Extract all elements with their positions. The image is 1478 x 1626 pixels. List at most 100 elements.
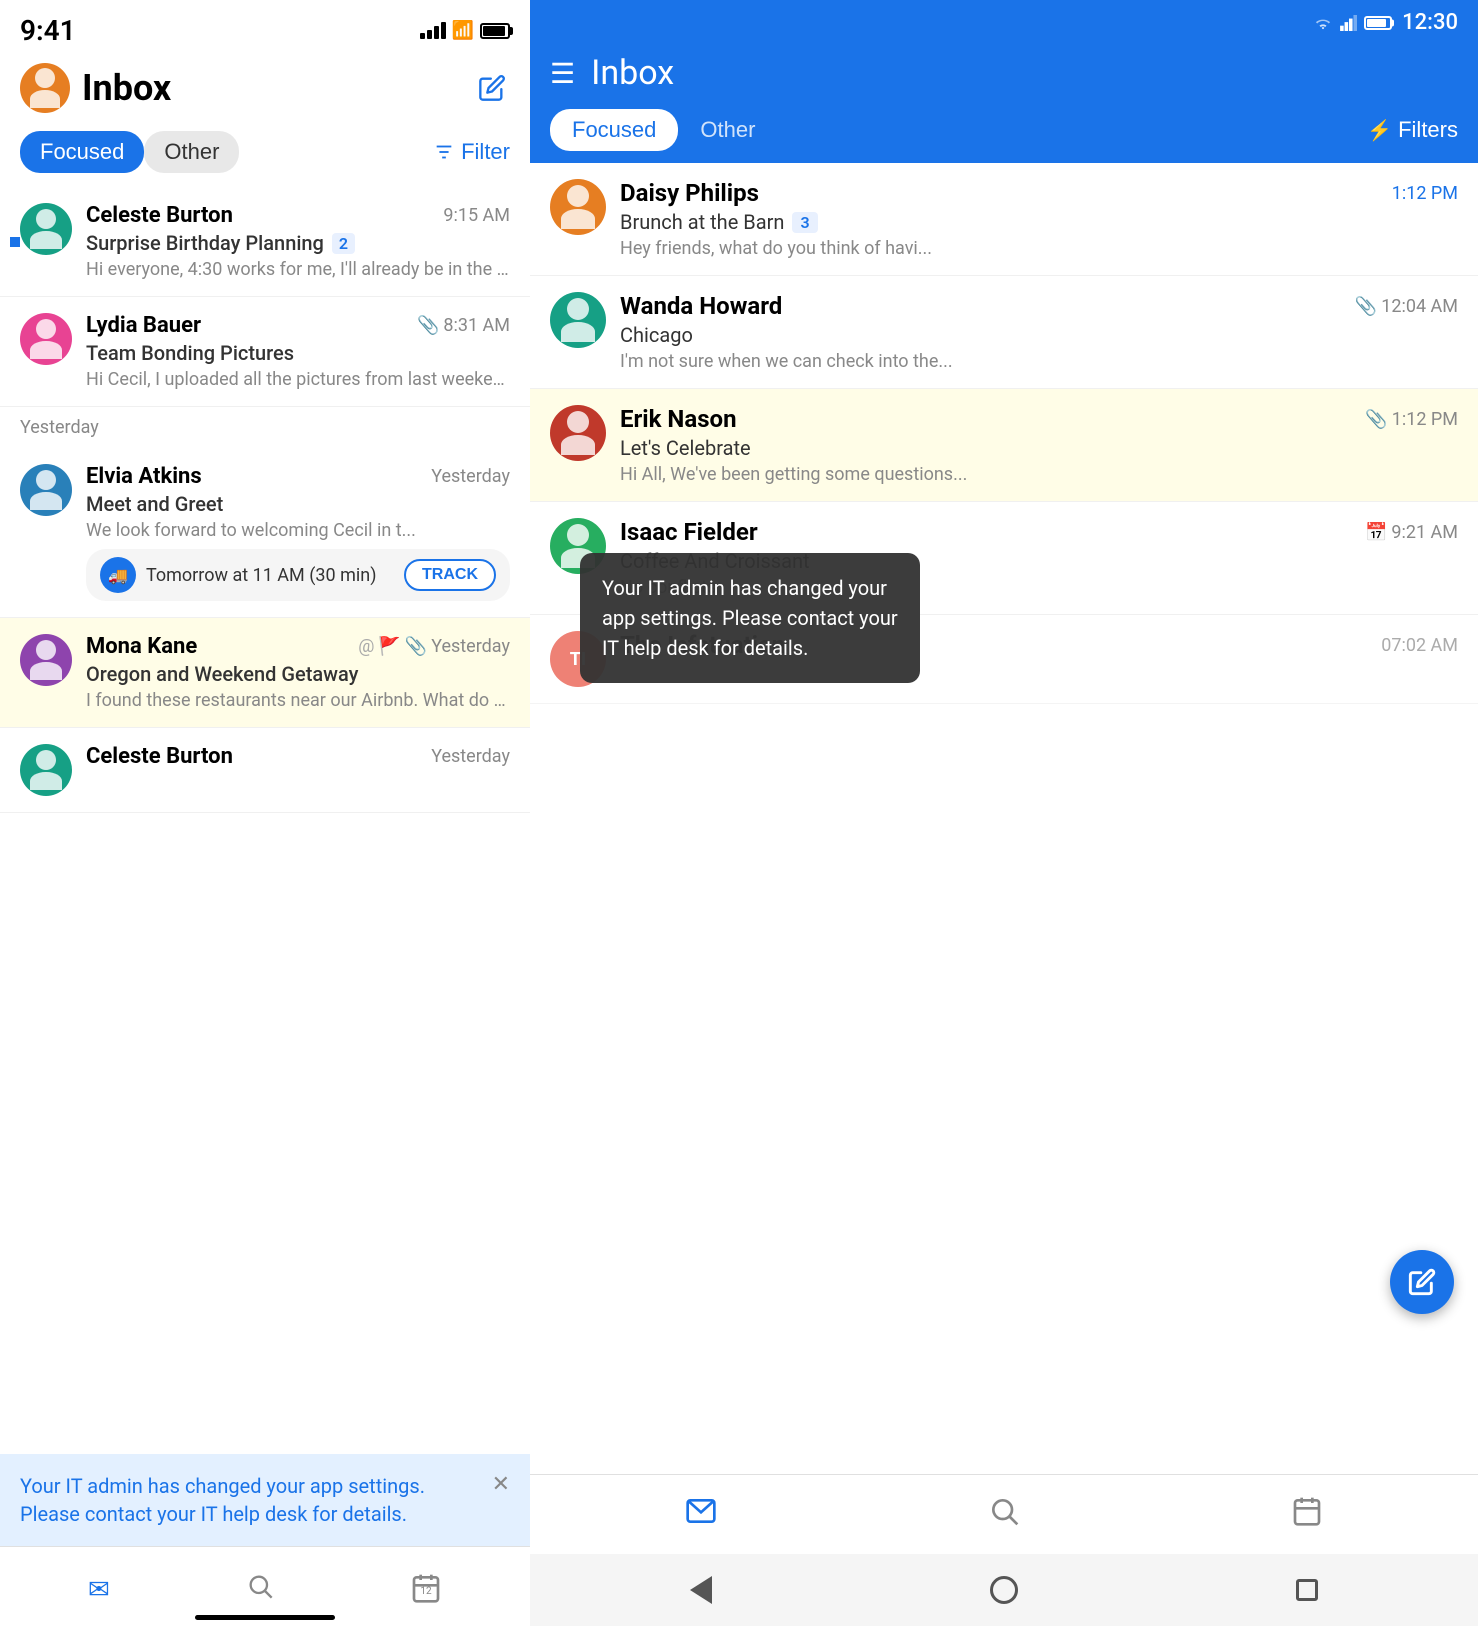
subject-celeste-1: Surprise Birthday Planning bbox=[86, 231, 324, 255]
avatar-lydia bbox=[20, 313, 72, 365]
r-subject-daisy: Brunch at the Barn bbox=[620, 210, 784, 234]
compose-fab-icon bbox=[1408, 1268, 1436, 1296]
at-icon-mona: @ bbox=[358, 636, 374, 657]
filter-button[interactable]: Filter bbox=[433, 139, 510, 165]
right-compose-fab[interactable] bbox=[1390, 1250, 1454, 1314]
avatar-celeste-1 bbox=[20, 203, 72, 255]
preview-lydia: Hi Cecil, I uploaded all the pictures fr… bbox=[86, 369, 510, 390]
email-item-celeste-2[interactable]: Celeste Burton Yesterday bbox=[0, 728, 530, 813]
android-nav-bar bbox=[530, 1554, 1478, 1626]
r-nav-mail[interactable] bbox=[685, 1495, 717, 1535]
r-preview-daisy: Hey friends, what do you think of havi..… bbox=[620, 238, 1458, 259]
left-nav-calendar[interactable]: 12 bbox=[410, 1572, 442, 1608]
r-nav-calendar[interactable] bbox=[1291, 1495, 1323, 1535]
left-notification-close[interactable]: ✕ bbox=[492, 1472, 510, 1497]
left-inbox-title: Inbox bbox=[82, 67, 171, 109]
android-recents-button[interactable] bbox=[1289, 1572, 1325, 1608]
r-subject-erik: Let's Celebrate bbox=[620, 436, 751, 460]
date-divider-yesterday: Yesterday bbox=[0, 407, 530, 448]
right-email-list: Daisy Philips 1:12 PM Brunch at the Barn… bbox=[530, 163, 1478, 1474]
right-inbox-title: Inbox bbox=[591, 53, 1458, 93]
left-bottom-nav: ✉ 12 bbox=[0, 1546, 530, 1626]
track-row-elvia: 🚚 Tomorrow at 11 AM (30 min) TRACK bbox=[86, 549, 510, 601]
battery-icon bbox=[480, 23, 510, 39]
sender-celeste-2: Celeste Burton bbox=[86, 744, 233, 769]
r-subject-wanda: Chicago bbox=[620, 323, 693, 347]
wifi-icon: 📶 bbox=[452, 20, 474, 41]
right-tooltip: Your IT admin has changed your app setti… bbox=[580, 553, 920, 683]
signal-bars-icon bbox=[420, 22, 446, 39]
email-item-celeste-1[interactable]: Celeste Burton 9:15 AM Surprise Birthday… bbox=[0, 187, 530, 297]
r-time-erik: 1:12 PM bbox=[1392, 409, 1458, 430]
right-header: ☰ Inbox bbox=[530, 43, 1478, 109]
r-email-item-erik[interactable]: Erik Nason 📎 1:12 PM Let's Celebrate Hi … bbox=[530, 389, 1478, 502]
r-sender-isaac: Isaac Fielder bbox=[620, 518, 758, 546]
left-header: Inbox bbox=[0, 55, 530, 125]
profile-avatar[interactable] bbox=[20, 63, 70, 113]
r-avatar-daisy bbox=[550, 179, 606, 235]
email-item-lydia[interactable]: Lydia Bauer 📎 8:31 AM Team Bonding Pictu… bbox=[0, 297, 530, 407]
right-battery-icon bbox=[1364, 16, 1392, 30]
r-calendar-icon-isaac: 📅 bbox=[1365, 522, 1387, 543]
tooltip-text: Your IT admin has changed your app setti… bbox=[602, 576, 898, 660]
time-mona: Yesterday bbox=[431, 636, 510, 657]
left-tabs: Focused Other Filter bbox=[0, 125, 530, 187]
sender-lydia: Lydia Bauer bbox=[86, 313, 201, 338]
sender-elvia: Elvia Atkins bbox=[86, 464, 202, 489]
filters-label: Filters bbox=[1398, 117, 1458, 143]
r-time-isaac: 9:21 AM bbox=[1391, 522, 1458, 543]
hamburger-menu-icon[interactable]: ☰ bbox=[550, 57, 575, 90]
preview-celeste-1: Hi everyone, 4:30 works for me, I'll alr… bbox=[86, 259, 510, 280]
left-panel: 9:41 📶 Inbox bbox=[0, 0, 530, 1626]
right-phone: 12:30 ☰ Inbox Focused Other ⚡ Filters bbox=[530, 0, 1478, 1626]
bolt-icon: ⚡ bbox=[1367, 118, 1392, 143]
compose-button[interactable] bbox=[474, 70, 510, 106]
filter-label: Filter bbox=[461, 139, 510, 165]
r-preview-wanda: I'm not sure when we can check into the.… bbox=[620, 351, 1458, 372]
subject-lydia: Team Bonding Pictures bbox=[86, 341, 294, 365]
left-tab-other[interactable]: Other bbox=[144, 131, 239, 173]
android-back-button[interactable] bbox=[683, 1572, 719, 1608]
r-email-item-wanda[interactable]: Wanda Howard 📎 12:04 AM Chicago I'm not … bbox=[530, 276, 1478, 389]
right-bottom-nav bbox=[530, 1474, 1478, 1554]
flag-icon-mona: 🚩 bbox=[378, 636, 400, 657]
left-status-icons: 📶 bbox=[420, 20, 510, 41]
filter-icon bbox=[433, 141, 455, 163]
r-attachment-icon-erik: 📎 bbox=[1365, 409, 1387, 430]
r-preview-erik: Hi All, We've been getting some question… bbox=[620, 464, 1458, 485]
right-tab-other[interactable]: Other bbox=[678, 109, 777, 151]
track-text: Tomorrow at 11 AM (30 min) bbox=[146, 565, 394, 586]
r-avatar-wanda bbox=[550, 292, 606, 348]
avatar-celeste-2 bbox=[20, 744, 72, 796]
left-notification-text: Your IT admin has changed your app setti… bbox=[20, 1472, 480, 1528]
unread-indicator bbox=[10, 237, 20, 247]
time-lydia: 8:31 AM bbox=[443, 315, 510, 336]
badge-celeste-1: 2 bbox=[332, 233, 355, 254]
r-nav-search[interactable] bbox=[988, 1495, 1020, 1535]
r-time-wanda: 12:04 AM bbox=[1381, 296, 1458, 317]
right-signal-icon bbox=[1340, 15, 1358, 31]
attachment-icon-mona: 📎 bbox=[405, 636, 427, 657]
left-nav-search[interactable] bbox=[246, 1572, 274, 1607]
home-indicator bbox=[195, 1615, 335, 1620]
android-home-button[interactable] bbox=[986, 1572, 1022, 1608]
right-tabs: Focused Other ⚡ Filters bbox=[530, 109, 1478, 163]
r-time-infatuation: 07:02 AM bbox=[1381, 635, 1458, 656]
truck-icon: 🚚 bbox=[100, 557, 136, 593]
filters-button[interactable]: ⚡ Filters bbox=[1367, 117, 1458, 143]
right-status-bar: 12:30 bbox=[530, 0, 1478, 43]
email-item-elvia[interactable]: Elvia Atkins Yesterday Meet and Greet We… bbox=[0, 448, 530, 618]
left-nav-mail[interactable]: ✉ bbox=[88, 1575, 110, 1605]
r-email-item-daisy[interactable]: Daisy Philips 1:12 PM Brunch at the Barn… bbox=[530, 163, 1478, 276]
preview-mona: I found these restaurants near our Airbn… bbox=[86, 690, 510, 711]
email-item-mona[interactable]: Mona Kane @ 🚩 📎 Yesterday Oregon and Wee… bbox=[0, 618, 530, 728]
left-time: 9:41 bbox=[20, 14, 76, 47]
subject-elvia: Meet and Greet bbox=[86, 492, 223, 516]
r-calendar-nav-icon bbox=[1291, 1495, 1323, 1535]
left-tab-focused[interactable]: Focused bbox=[20, 131, 144, 173]
r-sender-daisy: Daisy Philips bbox=[620, 179, 759, 207]
time-celeste-1: 9:15 AM bbox=[443, 205, 510, 226]
track-button[interactable]: TRACK bbox=[404, 559, 496, 591]
right-tab-focused[interactable]: Focused bbox=[550, 109, 678, 151]
sender-mona: Mona Kane bbox=[86, 634, 197, 659]
